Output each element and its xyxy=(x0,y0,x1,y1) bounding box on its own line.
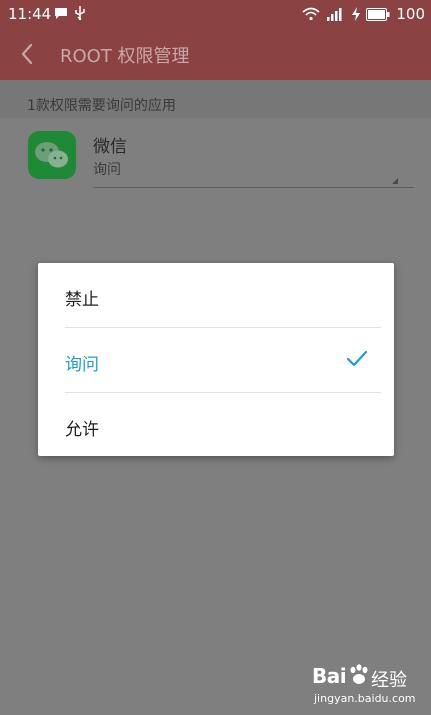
back-arrow-icon[interactable] xyxy=(16,42,40,66)
baidu-watermark: Bai 经验 jingyan.baidu.com xyxy=(312,664,422,710)
status-left-icons xyxy=(54,6,86,20)
paw-icon xyxy=(350,664,368,684)
wechat-icon xyxy=(28,131,76,179)
list-item-wechat[interactable]: 微信 询问 xyxy=(0,118,431,190)
message-icon xyxy=(55,7,67,19)
signal-icon xyxy=(327,8,342,21)
app-name: 微信 xyxy=(93,137,127,157)
permission-underline xyxy=(93,187,414,188)
page-title: ROOT 权限管理 xyxy=(60,46,190,67)
option-label: 询问 xyxy=(65,355,99,375)
battery-icon xyxy=(366,7,390,21)
section-header-label: 1款权限需要询问的应用 xyxy=(27,98,176,114)
permission-dialog: 禁止 询问 允许 xyxy=(38,263,394,456)
section-header: 1款权限需要询问的应用 xyxy=(0,80,431,118)
option-allow[interactable]: 允许 xyxy=(38,393,394,457)
watermark-brand-suffix: 经验 xyxy=(371,670,407,691)
app-permission-value[interactable]: 询问 xyxy=(93,159,121,179)
charging-icon xyxy=(352,7,361,21)
watermark-brand: Bai xyxy=(312,664,347,688)
dropdown-corner-icon xyxy=(392,178,398,184)
option-label: 禁止 xyxy=(65,290,99,310)
status-time: 11:44 xyxy=(8,5,52,23)
usb-icon xyxy=(75,6,85,20)
app-bar: ROOT 权限管理 xyxy=(0,28,431,80)
checkmark-icon xyxy=(346,350,368,367)
battery-level: 100 xyxy=(396,5,425,23)
status-bar: 11:44 100 xyxy=(0,0,431,28)
status-right-icons: 100 xyxy=(302,5,425,23)
option-ask[interactable]: 询问 xyxy=(38,328,394,392)
watermark-domain: jingyan.baidu.com xyxy=(314,692,416,705)
option-label: 允许 xyxy=(65,420,99,440)
option-deny[interactable]: 禁止 xyxy=(38,263,394,327)
wifi-icon xyxy=(302,7,320,21)
